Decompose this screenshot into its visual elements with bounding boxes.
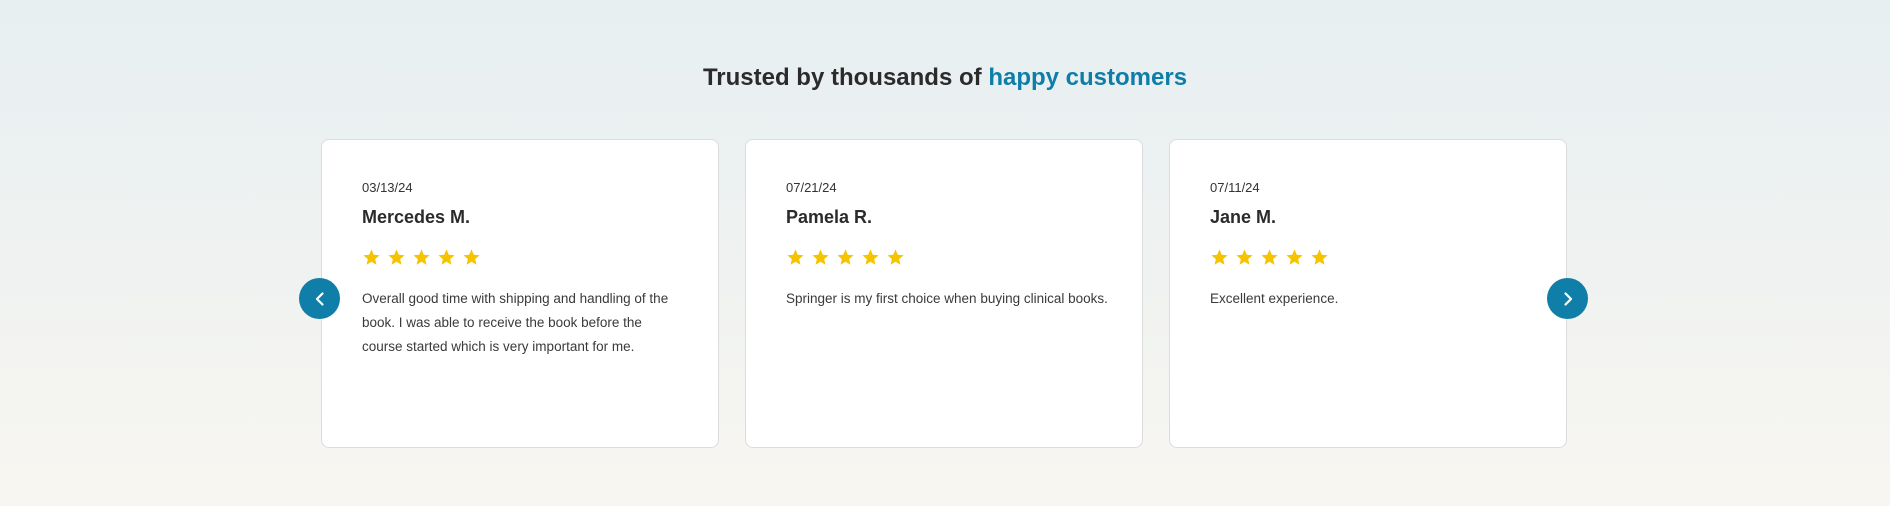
star-icon [387,248,406,267]
chevron-left-icon [312,291,328,307]
testimonials-section: Trusted by thousands of happy customers … [0,0,1890,506]
star-icon [786,248,805,267]
review-date: 07/21/24 [786,180,837,195]
star-icon [1310,248,1329,267]
star-icon [462,248,481,267]
review-date: 03/13/24 [362,180,413,195]
star-icon [362,248,381,267]
review-card: 07/21/24 Pamela R. Springer is my first … [745,139,1143,448]
review-text: Excellent experience. [1210,291,1339,306]
star-icon [861,248,880,267]
star-icon [437,248,456,267]
star-icon [1260,248,1279,267]
section-heading: Trusted by thousands of happy customers [0,63,1890,93]
star-icon [836,248,855,267]
review-card: 07/11/24 Jane M. Excellent experience. [1169,139,1567,448]
star-rating [1210,248,1329,267]
reviews-carousel: 03/13/24 Mercedes M. Overall good time w… [321,139,1567,448]
review-text: Springer is my first choice when buying … [786,291,1108,306]
star-icon [886,248,905,267]
star-rating [362,248,481,267]
reviewer-name: Pamela R. [786,207,873,227]
reviewer-name: Jane M. [1210,207,1277,227]
review-text: Overall good time with shipping and hand… [362,291,669,354]
carousel-next-button[interactable] [1547,278,1588,319]
heading-prefix: Trusted by thousands of [702,64,989,91]
heading-accent: happy customers [988,64,1188,91]
review-date: 07/11/24 [1210,180,1260,195]
star-icon [811,248,830,267]
star-icon [1235,248,1254,267]
star-rating [786,248,905,267]
star-icon [412,248,431,267]
star-icon [1210,248,1229,267]
reviewer-name: Mercedes M. [362,207,471,227]
star-icon [1285,248,1304,267]
carousel-prev-button[interactable] [299,278,340,319]
review-card: 03/13/24 Mercedes M. Overall good time w… [321,139,719,448]
chevron-right-icon [1560,291,1576,307]
